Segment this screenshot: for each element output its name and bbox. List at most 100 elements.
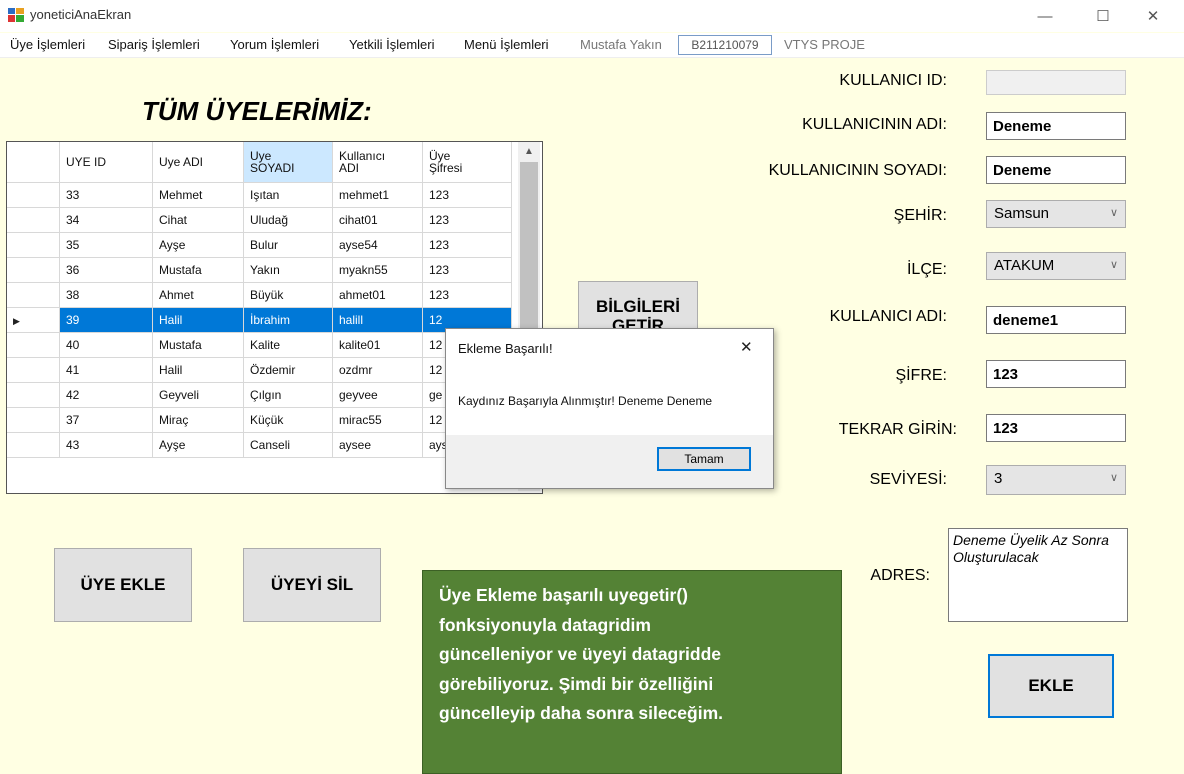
maximize-button[interactable]: ☐ [1080,0,1126,32]
table-row[interactable]: 33 Mehmet Işıtan mehmet1 123 [7,182,512,208]
row-header[interactable] [7,207,60,233]
table-cell[interactable]: Halil [152,357,244,383]
col-kullanici-adi[interactable]: Kullanıcı ADI [332,142,423,183]
table-row[interactable]: 36 Mustafa Yakın myakn55 123 [7,257,512,283]
table-cell[interactable]: Ayşe [152,232,244,258]
table-cell[interactable]: Işıtan [243,182,333,208]
table-cell[interactable]: Büyük [243,282,333,308]
table-cell[interactable]: Kalite [243,332,333,358]
password-field[interactable]: 123 [986,360,1126,388]
table-cell[interactable]: 38 [59,282,153,308]
row-header[interactable] [7,282,60,308]
dialog-close-icon[interactable]: ✕ [740,338,753,356]
address-textarea[interactable]: Deneme Üyelik Az Sonra Oluşturulacak [948,528,1128,622]
table-cell[interactable]: geyvee [332,382,423,408]
table-cell[interactable]: 123 [422,207,512,233]
table-row[interactable]: 37 Miraç Küçük mirac55 12 [7,407,512,433]
table-cell[interactable]: ozdmr [332,357,423,383]
table-cell[interactable]: Yakın [243,257,333,283]
table-cell[interactable]: 123 [422,182,512,208]
dialog-ok-button[interactable]: Tamam [657,447,751,471]
delete-member-button[interactable]: ÜYEYİ SİL [243,548,381,622]
table-cell[interactable]: cihat01 [332,207,423,233]
menu-siparis-islemleri[interactable]: Sipariş İşlemleri [108,37,200,52]
table-cell[interactable]: Çılgın [243,382,333,408]
table-cell[interactable]: 36 [59,257,153,283]
table-cell[interactable]: 37 [59,407,153,433]
table-cell[interactable]: 42 [59,382,153,408]
table-cell[interactable]: Canseli [243,432,333,458]
table-cell[interactable]: myakn55 [332,257,423,283]
level-select[interactable]: 3 ∨ [986,465,1126,495]
col-uye-soyadi[interactable]: Uye SOYADI [243,142,333,183]
table-row[interactable]: ▶ 39 Halil İbrahim halill 12 [7,307,512,333]
add-member-button[interactable]: ÜYE EKLE [54,548,192,622]
name-field[interactable]: Deneme [986,112,1126,140]
col-uye-adi[interactable]: Uye ADI [152,142,244,183]
row-header[interactable] [7,182,60,208]
table-row[interactable]: 35 Ayşe Bulur ayse54 123 [7,232,512,258]
table-cell[interactable]: Cihat [152,207,244,233]
row-header[interactable] [7,432,60,458]
table-cell[interactable]: ayse54 [332,232,423,258]
table-row[interactable]: 38 Ahmet Büyük ahmet01 123 [7,282,512,308]
col-uye-sifresi[interactable]: Üye Şifresi [422,142,512,183]
col-uye-id[interactable]: UYE ID [59,142,153,183]
add-button[interactable]: EKLE [988,654,1114,718]
table-cell[interactable]: 40 [59,332,153,358]
table-cell[interactable]: Miraç [152,407,244,433]
table-cell[interactable]: Mustafa [152,257,244,283]
table-cell[interactable]: Ahmet [152,282,244,308]
district-select[interactable]: ATAKUM ∨ [986,252,1126,280]
table-row[interactable]: 43AyşeCanseliayseeays001 [7,432,512,458]
minimize-button[interactable]: — [1022,0,1068,32]
close-button[interactable]: ✕ [1130,0,1176,32]
table-cell[interactable]: Geyveli [152,382,244,408]
table-cell[interactable]: Mehmet [152,182,244,208]
menu-menu-islemleri[interactable]: Menü İşlemleri [464,37,549,52]
row-header[interactable] [7,232,60,258]
table-cell[interactable]: 41 [59,357,153,383]
table-cell[interactable]: kalite01 [332,332,423,358]
table-cell[interactable]: 123 [422,232,512,258]
table-row[interactable]: 41 Halil Özdemir ozdmr 12 [7,357,512,383]
table-cell[interactable]: 35 [59,232,153,258]
table-cell[interactable]: 34 [59,207,153,233]
table-cell[interactable]: Bulur [243,232,333,258]
menu-yetkili-islemleri[interactable]: Yetkili İşlemleri [349,37,435,52]
scroll-up-icon[interactable]: ▲ [524,146,534,157]
repeat-password-field[interactable]: 123 [986,414,1126,442]
table-cell[interactable]: 39 [59,307,153,333]
table-cell[interactable]: Özdemir [243,357,333,383]
surname-field[interactable]: Deneme [986,156,1126,184]
table-cell[interactable]: halill [332,307,423,333]
username-field[interactable]: deneme1 [986,306,1126,334]
table-cell[interactable]: 123 [422,282,512,308]
table-cell[interactable]: Halil [152,307,244,333]
user-id-field[interactable] [986,70,1126,95]
table-cell[interactable]: Küçük [243,407,333,433]
table-cell[interactable]: İbrahim [243,307,333,333]
table-cell[interactable]: 123 [422,257,512,283]
row-header[interactable] [7,257,60,283]
table-row[interactable]: 42 Geyveli Çılgın geyvee ge [7,382,512,408]
table-cell[interactable]: Ayşe [152,432,244,458]
menu-uye-islemleri[interactable]: Üye İşlemleri [10,37,85,52]
row-header[interactable] [7,407,60,433]
row-header[interactable] [7,382,60,408]
table-cell[interactable]: aysee [332,432,423,458]
table-cell[interactable]: mirac55 [332,407,423,433]
menu-yorum-islemleri[interactable]: Yorum İşlemleri [230,37,319,52]
table-cell[interactable]: ahmet01 [332,282,423,308]
table-row[interactable]: 34 Cihat Uludağ cihat01 123 [7,207,512,233]
city-select[interactable]: Samsun ∨ [986,200,1126,228]
table-row[interactable]: 40 Mustafa Kalite kalite01 12 [7,332,512,358]
table-cell[interactable]: mehmet1 [332,182,423,208]
table-cell[interactable]: 43 [59,432,153,458]
table-cell[interactable]: 33 [59,182,153,208]
row-header[interactable] [7,332,60,358]
table-cell[interactable]: Uludağ [243,207,333,233]
row-header[interactable]: ▶ [7,307,60,333]
table-cell[interactable]: Mustafa [152,332,244,358]
row-header[interactable] [7,357,60,383]
